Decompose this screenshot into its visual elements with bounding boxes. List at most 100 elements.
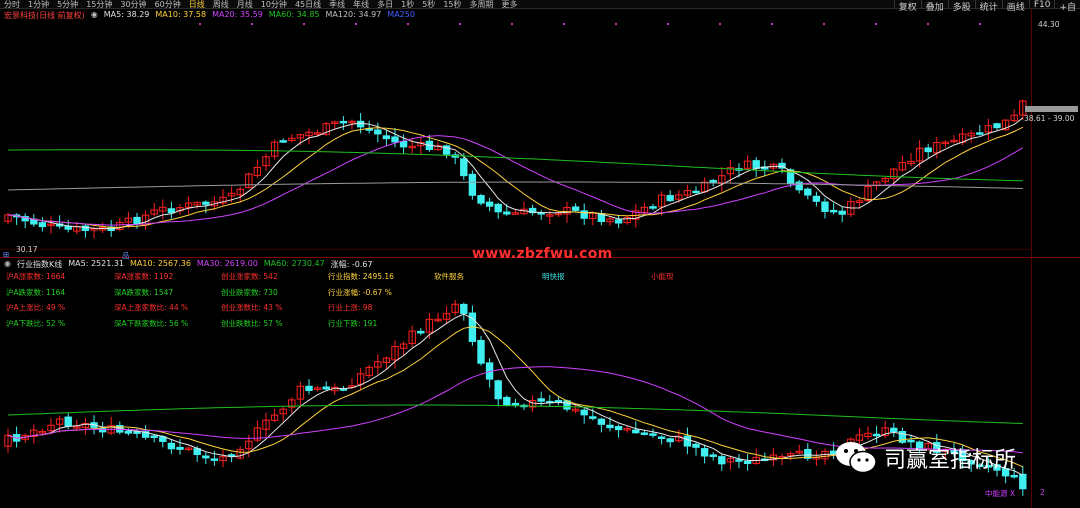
lower-candle[interactable] — [632, 429, 640, 434]
lower-candle[interactable] — [735, 459, 743, 462]
sector-tag[interactable]: 明快报 — [542, 271, 565, 282]
lower-candle[interactable] — [494, 380, 502, 400]
upper-candle[interactable] — [821, 201, 829, 212]
lower-candle[interactable] — [417, 330, 425, 334]
lower-candle[interactable] — [718, 456, 726, 465]
upper-candle[interactable] — [993, 123, 1001, 129]
lower-candle[interactable] — [743, 460, 752, 465]
lower-candle[interactable] — [872, 433, 881, 437]
market-stat: 沪A跌家数: 1164 — [6, 287, 66, 297]
lower-candle[interactable] — [657, 436, 666, 440]
lower-candle[interactable] — [666, 438, 674, 443]
lower-candle[interactable] — [176, 446, 184, 450]
lower-candle[interactable] — [322, 386, 330, 390]
lower-candle[interactable] — [683, 435, 692, 447]
upper-candle[interactable] — [460, 158, 468, 177]
upper-candle[interactable] — [752, 160, 760, 169]
upper-candle[interactable] — [133, 216, 141, 225]
lower-candle[interactable] — [210, 458, 219, 461]
settings-icon-lower[interactable]: ◉ — [4, 259, 11, 269]
upper-ma120-line — [7, 181, 1023, 191]
upper-ma60-line — [8, 149, 1023, 182]
upper-candle[interactable] — [812, 195, 821, 202]
upper-candle[interactable] — [924, 147, 932, 153]
marker-left[interactable]: ⊞ — [3, 250, 9, 259]
lower-candle[interactable] — [64, 416, 72, 427]
upper-candle[interactable] — [356, 120, 365, 128]
lower-candle[interactable] — [503, 396, 511, 406]
lower-candle[interactable] — [700, 448, 709, 457]
sector-tag[interactable]: 软件服务 — [434, 271, 464, 282]
lower-candle[interactable] — [167, 442, 176, 450]
lower-candle[interactable] — [305, 385, 313, 392]
upper-candle[interactable] — [571, 206, 580, 211]
signal-dot — [459, 23, 461, 25]
upper-candle[interactable] — [399, 140, 408, 148]
lower-candle[interactable] — [597, 418, 606, 425]
signal-dot — [719, 23, 721, 25]
market-stat: 沪A涨家数: 1664 — [6, 272, 66, 281]
signal-dot — [927, 23, 929, 25]
sector-tag[interactable]: 小能现 — [651, 271, 674, 282]
upper-candle[interactable] — [279, 140, 287, 143]
upper-candle[interactable] — [829, 209, 838, 213]
lower-ma-label: MA30: 2619.00 — [196, 259, 258, 268]
lower-candle[interactable] — [614, 426, 623, 431]
lower-candle[interactable] — [640, 432, 649, 435]
lower-candle[interactable] — [477, 339, 485, 364]
upper-candle[interactable] — [503, 211, 511, 215]
lower-candle[interactable] — [649, 433, 657, 436]
lower-candle[interactable] — [133, 431, 141, 434]
upper-candle[interactable] — [692, 190, 700, 194]
market-stat: 沪A下跌比: 52 % — [6, 318, 66, 328]
upper-candle[interactable] — [382, 135, 391, 140]
signal-dot — [407, 23, 409, 25]
lower-candle[interactable] — [511, 402, 520, 406]
upper-candle[interactable] — [649, 206, 657, 209]
upper-candle[interactable] — [614, 219, 623, 224]
upper-candle[interactable] — [795, 181, 803, 191]
upper-candle[interactable] — [494, 203, 502, 213]
upper-candle[interactable] — [485, 201, 494, 207]
current-price-box — [1025, 106, 1078, 112]
upper-candle[interactable] — [666, 195, 674, 202]
signal-dot — [771, 23, 773, 25]
lower-candle[interactable] — [202, 455, 210, 459]
signal-dot — [511, 23, 513, 25]
lower-candle[interactable] — [124, 430, 133, 434]
lower-candle[interactable] — [890, 427, 898, 433]
upper-candle[interactable] — [374, 129, 382, 135]
upper-candle[interactable] — [339, 120, 348, 124]
upper-candle[interactable] — [391, 136, 399, 143]
market-stat: 行业指数: 2495.16 — [328, 272, 394, 281]
lower-candle[interactable] — [150, 435, 158, 438]
index-name[interactable]: 行业指数K线 — [17, 259, 62, 269]
upper-candle[interactable] — [477, 195, 485, 204]
upper-candle[interactable] — [838, 210, 846, 215]
lower-candle[interactable] — [580, 409, 588, 416]
upper-candle[interactable] — [167, 208, 176, 214]
lower-candle[interactable] — [709, 454, 717, 457]
lower-candle[interactable] — [1019, 473, 1027, 490]
upper-candle[interactable] — [202, 201, 210, 205]
upper-candle[interactable] — [38, 222, 47, 228]
wechat-icon — [834, 440, 878, 476]
lower-ma-label: 涨幅: -0.67 — [330, 260, 373, 269]
upper-candle[interactable] — [64, 225, 72, 230]
price-range-label: 38.61 - 39.00 — [1024, 114, 1075, 123]
lower-candle[interactable] — [692, 443, 700, 448]
market-stat: 深A跌家数: 1547 — [114, 287, 174, 297]
upper-candle[interactable] — [976, 132, 984, 135]
watermark-url: www.zbzfwu.com — [472, 246, 613, 262]
lower-candle[interactable] — [537, 398, 545, 402]
lower-candle[interactable] — [460, 303, 468, 314]
lower-candle[interactable] — [606, 424, 614, 429]
upper-candle[interactable] — [804, 188, 812, 196]
signal-dot — [615, 23, 617, 25]
upper-candle[interactable] — [468, 173, 477, 196]
lower-ma-label: MA60: 2730.47 — [263, 259, 325, 268]
upper-candle[interactable] — [580, 210, 588, 219]
market-stat: 行业上涨: 98 — [328, 303, 373, 312]
market-stat: 行业下跌: 191 — [328, 318, 378, 328]
lower-candle[interactable] — [589, 416, 597, 419]
